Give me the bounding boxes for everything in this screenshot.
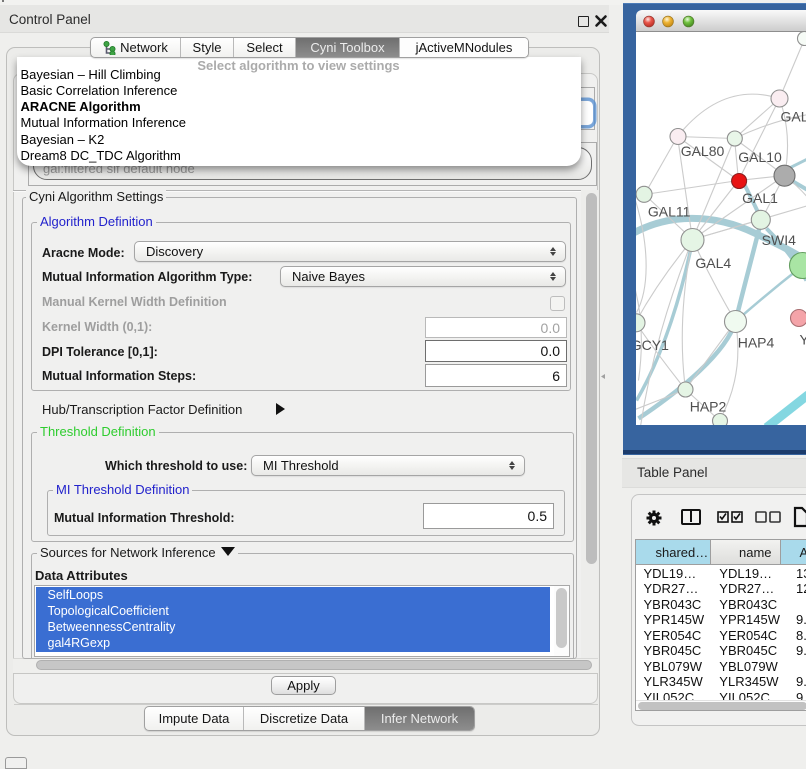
svg-text:HAP4: HAP4 bbox=[737, 334, 774, 350]
svg-text:GAL11: GAL11 bbox=[647, 203, 690, 219]
svg-text:Y: Y bbox=[799, 331, 806, 347]
svg-text:GAL1: GAL1 bbox=[742, 190, 778, 206]
svg-text:GAL4: GAL4 bbox=[695, 255, 731, 271]
svg-text:GCY1: GCY1 bbox=[636, 337, 669, 353]
svg-text:SWI4: SWI4 bbox=[761, 232, 795, 248]
svg-text:GAL7: GAL7 bbox=[780, 108, 806, 124]
svg-text:HAP2: HAP2 bbox=[689, 398, 726, 414]
svg-text:GAL10: GAL10 bbox=[738, 149, 782, 165]
svg-text:GAL80: GAL80 bbox=[680, 143, 724, 159]
